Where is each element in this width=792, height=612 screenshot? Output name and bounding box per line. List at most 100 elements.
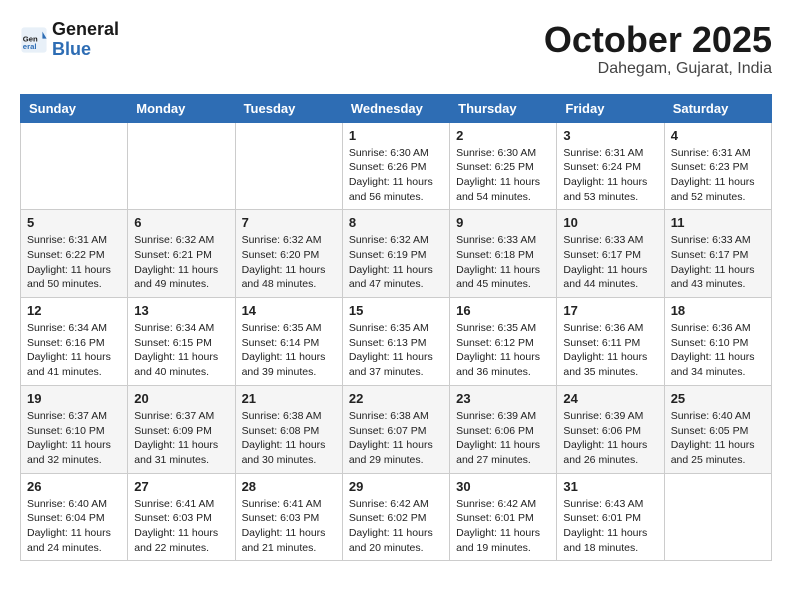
- calendar-day-cell: 16Sunrise: 6:35 AM Sunset: 6:12 PM Dayli…: [450, 298, 557, 386]
- month-title: October 2025: [544, 20, 772, 60]
- day-number: 23: [456, 391, 550, 406]
- day-number: 22: [349, 391, 443, 406]
- location-subtitle: Dahegam, Gujarat, India: [544, 60, 772, 78]
- day-number: 27: [134, 479, 228, 494]
- day-number: 18: [671, 303, 765, 318]
- calendar-day-cell: 4 Sunrise: 6:31 AM Sunset: 6:23 PM Daylig…: [664, 122, 771, 210]
- calendar-day-cell: 20 Sunrise: 6:37 AM Sunset: 6:09 PM Dayli…: [128, 385, 235, 473]
- day-number: 25: [671, 391, 765, 406]
- calendar-day-cell: 11 Sunrise: 6:33 AM Sunset: 6:17 PM Dayli…: [664, 210, 771, 298]
- weekday-header-friday: Friday: [557, 94, 664, 122]
- empty-day-cell: [21, 122, 128, 210]
- day-info: Sunrise: 6:38 AM Sunset: 6:08 PM Dayligh…: [242, 409, 336, 468]
- calendar-day-cell: 1 Sunrise: 6:30 AM Sunset: 6:26 PM Daylig…: [342, 122, 449, 210]
- day-number: 8: [349, 215, 443, 230]
- calendar-day-cell: 8 Sunrise: 6:32 AM Sunset: 6:19 PM Daylig…: [342, 210, 449, 298]
- calendar-day-cell: 6 Sunrise: 6:32 AM Sunset: 6:21 PM Daylig…: [128, 210, 235, 298]
- day-info: Sunrise: 6:43 AM Sunset: 6:01 PM Dayligh…: [563, 497, 657, 556]
- day-number: 31: [563, 479, 657, 494]
- day-number: 20: [134, 391, 228, 406]
- empty-day-cell: [128, 122, 235, 210]
- calendar-day-cell: 19 Sunrise: 6:37 AM Sunset: 6:10 PM Dayli…: [21, 385, 128, 473]
- day-number: 6: [134, 215, 228, 230]
- weekday-header-thursday: Thursday: [450, 94, 557, 122]
- day-info: Sunrise: 6:34 AM Sunset: 6:16 PM Dayligh…: [27, 321, 121, 380]
- day-number: 21: [242, 391, 336, 406]
- empty-day-cell: [664, 473, 771, 561]
- day-number: 30: [456, 479, 550, 494]
- day-number: 4: [671, 128, 765, 143]
- calendar-day-cell: 10 Sunrise: 6:33 AM Sunset: 6:17 PM Dayli…: [557, 210, 664, 298]
- day-number: 5: [27, 215, 121, 230]
- calendar-day-cell: 14 Sunrise: 6:35 AM Sunset: 6:14 PM Dayli…: [235, 298, 342, 386]
- day-number: 29: [349, 479, 443, 494]
- day-number: 13: [134, 303, 228, 318]
- day-info: Sunrise: 6:41 AM Sunset: 6:03 PM Dayligh…: [134, 497, 228, 556]
- day-info: Sunrise: 6:37 AM Sunset: 6:10 PM Dayligh…: [27, 409, 121, 468]
- day-info: Sunrise: 6:42 AM Sunset: 6:01 PM Dayligh…: [456, 497, 550, 556]
- day-info: Sunrise: 6:31 AM Sunset: 6:22 PM Dayligh…: [27, 233, 121, 292]
- day-number: 3: [563, 128, 657, 143]
- calendar-day-cell: 18 Sunrise: 6:36 AM Sunset: 6:10 PM Dayli…: [664, 298, 771, 386]
- calendar-day-cell: 28 Sunrise: 6:41 AM Sunset: 6:03 PM Dayli…: [235, 473, 342, 561]
- day-number: 15: [349, 303, 443, 318]
- day-info: Sunrise: 6:32 AM Sunset: 6:20 PM Dayligh…: [242, 233, 336, 292]
- calendar-week-row: 26Sunrise: 6:40 AM Sunset: 6:04 PM Dayli…: [21, 473, 772, 561]
- calendar-day-cell: 13 Sunrise: 6:34 AM Sunset: 6:15 PM Dayli…: [128, 298, 235, 386]
- calendar-day-cell: 2 Sunrise: 6:30 AM Sunset: 6:25 PM Daylig…: [450, 122, 557, 210]
- calendar-day-cell: 3 Sunrise: 6:31 AM Sunset: 6:24 PM Daylig…: [557, 122, 664, 210]
- calendar-day-cell: 25Sunrise: 6:40 AM Sunset: 6:05 PM Dayli…: [664, 385, 771, 473]
- day-info: Sunrise: 6:41 AM Sunset: 6:03 PM Dayligh…: [242, 497, 336, 556]
- weekday-header-monday: Monday: [128, 94, 235, 122]
- day-number: 11: [671, 215, 765, 230]
- day-info: Sunrise: 6:42 AM Sunset: 6:02 PM Dayligh…: [349, 497, 443, 556]
- logo: Gen eral GeneralBlue: [20, 20, 119, 60]
- day-number: 2: [456, 128, 550, 143]
- day-info: Sunrise: 6:34 AM Sunset: 6:15 PM Dayligh…: [134, 321, 228, 380]
- weekday-header-sunday: Sunday: [21, 94, 128, 122]
- svg-text:eral: eral: [23, 42, 37, 51]
- calendar-day-cell: 23Sunrise: 6:39 AM Sunset: 6:06 PM Dayli…: [450, 385, 557, 473]
- day-info: Sunrise: 6:37 AM Sunset: 6:09 PM Dayligh…: [134, 409, 228, 468]
- calendar-day-cell: 27 Sunrise: 6:41 AM Sunset: 6:03 PM Dayli…: [128, 473, 235, 561]
- day-info: Sunrise: 6:32 AM Sunset: 6:21 PM Dayligh…: [134, 233, 228, 292]
- day-number: 1: [349, 128, 443, 143]
- day-info: Sunrise: 6:33 AM Sunset: 6:17 PM Dayligh…: [671, 233, 765, 292]
- day-info: Sunrise: 6:36 AM Sunset: 6:11 PM Dayligh…: [563, 321, 657, 380]
- day-info: Sunrise: 6:38 AM Sunset: 6:07 PM Dayligh…: [349, 409, 443, 468]
- day-info: Sunrise: 6:31 AM Sunset: 6:24 PM Dayligh…: [563, 146, 657, 205]
- day-number: 26: [27, 479, 121, 494]
- day-number: 24: [563, 391, 657, 406]
- day-number: 28: [242, 479, 336, 494]
- weekday-header-saturday: Saturday: [664, 94, 771, 122]
- calendar-week-row: 5 Sunrise: 6:31 AM Sunset: 6:22 PM Daylig…: [21, 210, 772, 298]
- calendar-day-cell: 29 Sunrise: 6:42 AM Sunset: 6:02 PM Dayli…: [342, 473, 449, 561]
- calendar-day-cell: 22 Sunrise: 6:38 AM Sunset: 6:07 PM Dayli…: [342, 385, 449, 473]
- day-number: 14: [242, 303, 336, 318]
- day-info: Sunrise: 6:36 AM Sunset: 6:10 PM Dayligh…: [671, 321, 765, 380]
- calendar-week-row: 1 Sunrise: 6:30 AM Sunset: 6:26 PM Daylig…: [21, 122, 772, 210]
- calendar-day-cell: 30 Sunrise: 6:42 AM Sunset: 6:01 PM Dayli…: [450, 473, 557, 561]
- calendar-day-cell: 24 Sunrise: 6:39 AM Sunset: 6:06 PM Dayli…: [557, 385, 664, 473]
- day-info: Sunrise: 6:31 AM Sunset: 6:23 PM Dayligh…: [671, 146, 765, 205]
- calendar-table: SundayMondayTuesdayWednesdayThursdayFrid…: [20, 94, 772, 562]
- title-section: October 2025 Dahegam, Gujarat, India: [544, 20, 772, 78]
- day-number: 19: [27, 391, 121, 406]
- day-info: Sunrise: 6:35 AM Sunset: 6:14 PM Dayligh…: [242, 321, 336, 380]
- calendar-day-cell: 9Sunrise: 6:33 AM Sunset: 6:18 PM Daylig…: [450, 210, 557, 298]
- day-number: 10: [563, 215, 657, 230]
- day-number: 16: [456, 303, 550, 318]
- empty-day-cell: [235, 122, 342, 210]
- page-header: Gen eral GeneralBlue October 2025 Dahega…: [20, 20, 772, 78]
- day-info: Sunrise: 6:30 AM Sunset: 6:25 PM Dayligh…: [456, 146, 550, 205]
- day-info: Sunrise: 6:39 AM Sunset: 6:06 PM Dayligh…: [563, 409, 657, 468]
- calendar-day-cell: 15Sunrise: 6:35 AM Sunset: 6:13 PM Dayli…: [342, 298, 449, 386]
- day-info: Sunrise: 6:30 AM Sunset: 6:26 PM Dayligh…: [349, 146, 443, 205]
- calendar-day-cell: 31 Sunrise: 6:43 AM Sunset: 6:01 PM Dayli…: [557, 473, 664, 561]
- calendar-day-cell: 26Sunrise: 6:40 AM Sunset: 6:04 PM Dayli…: [21, 473, 128, 561]
- day-number: 12: [27, 303, 121, 318]
- calendar-week-row: 12 Sunrise: 6:34 AM Sunset: 6:16 PM Dayli…: [21, 298, 772, 386]
- day-number: 9: [456, 215, 550, 230]
- day-info: Sunrise: 6:33 AM Sunset: 6:17 PM Dayligh…: [563, 233, 657, 292]
- day-info: Sunrise: 6:32 AM Sunset: 6:19 PM Dayligh…: [349, 233, 443, 292]
